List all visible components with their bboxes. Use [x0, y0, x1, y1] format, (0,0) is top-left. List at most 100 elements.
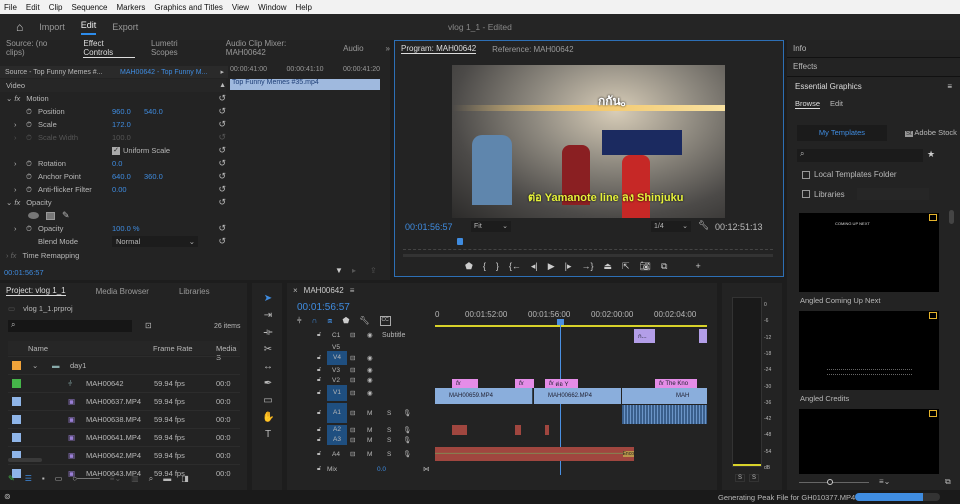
step-forward-icon[interactable]: |▸ [565, 261, 572, 272]
time-remapping-effect[interactable]: Time Remapping [22, 251, 79, 260]
template-card[interactable] [799, 311, 939, 390]
track-c1[interactable]: C1 [332, 332, 340, 339]
position-x[interactable]: 960.0 [112, 107, 131, 116]
microphone-icon[interactable]: 🎙︎ [403, 409, 411, 417]
tab-reference[interactable]: Reference: MAH00642 [492, 45, 573, 54]
video-clip[interactable]: MAH00659.MP4 [435, 388, 533, 404]
tab-lumetri-scopes[interactable]: Lumetri Scopes [151, 39, 206, 57]
scrollbar[interactable] [949, 210, 954, 224]
mute-button[interactable]: M [367, 410, 372, 417]
caption-clip[interactable]: ก... [634, 329, 655, 343]
stopwatch-icon[interactable]: ⏱ [26, 107, 32, 117]
track-area[interactable]: ก... fx fx fx ต่อ Y fx The Kno MAH00659.… [435, 329, 707, 479]
track-v3[interactable]: V3 [332, 367, 340, 374]
menu-view[interactable]: View [232, 3, 249, 12]
column-frame-rate[interactable]: Frame Rate [153, 344, 193, 353]
more-tabs-icon[interactable]: » [386, 44, 390, 53]
tab-audio-clip-mixer[interactable]: Audio Clip Mixer: MAH00642 [226, 39, 327, 57]
stopwatch-icon[interactable]: ⏱ [26, 120, 32, 130]
workspace-edit[interactable]: Edit [80, 20, 97, 35]
opacity-effect[interactable]: Opacity [26, 198, 51, 207]
play-only-audio-icon[interactable]: ▸ [352, 266, 356, 275]
ripple-edit-tool-icon[interactable]: ⟛ [262, 327, 274, 338]
project-item[interactable]: ⫩ MAH00642 59.94 fps 00:0 [8, 374, 240, 392]
stopwatch-icon[interactable]: ⏱ [26, 159, 32, 169]
uniform-scale-checkbox[interactable]: ✓ [112, 146, 120, 155]
track-a2[interactable]: A2 [327, 425, 347, 435]
linked-selection-icon[interactable]: ⧈ [327, 316, 332, 326]
libraries-checkbox[interactable] [802, 190, 810, 198]
zoom-bar[interactable] [403, 254, 773, 257]
mini-timeline-clip[interactable]: Top Funny Memes #35.mp4 [230, 79, 380, 90]
tab-browse[interactable]: Browse [795, 99, 821, 109]
opacity-value[interactable]: 100.0 % [112, 224, 140, 233]
video-clip[interactable]: MAH00662.MP4 [534, 388, 621, 404]
reset-icon[interactable]: ↺ [218, 236, 226, 247]
program-timecode[interactable]: 00:01:56:57 [405, 222, 453, 232]
eye-icon[interactable]: ◉ [367, 376, 373, 384]
solo-left-button[interactable]: S [735, 474, 746, 482]
ellipse-mask-icon[interactable] [28, 212, 39, 219]
tab-audio[interactable]: Audio [343, 44, 363, 53]
graphics-clip[interactable]: fx The Kno [655, 379, 697, 388]
menu-graphics[interactable]: Graphics and Titles [154, 3, 222, 12]
mix-value[interactable]: 0.0 [377, 466, 386, 473]
audio-clip[interactable] [622, 405, 707, 424]
project-item[interactable]: ▣ MAH00638.MP4 59.94 fps 00:0 [8, 410, 240, 428]
mute-button[interactable]: M [367, 437, 372, 444]
menu-clip[interactable]: Clip [49, 3, 63, 12]
menu-help[interactable]: Help [296, 3, 312, 12]
mix-end-icon[interactable]: ⋈ [423, 465, 430, 473]
go-to-out-icon[interactable]: →} [582, 261, 594, 272]
list-view-icon[interactable]: ☰ [25, 474, 32, 484]
comparison-view-icon[interactable]: ⧉ [661, 261, 667, 272]
pen-mask-icon[interactable]: ✎ [62, 210, 70, 221]
add-button-icon[interactable]: + [695, 261, 700, 272]
track-v4[interactable]: V4 [327, 351, 347, 365]
tab-program[interactable]: Program: MAH00642 [401, 44, 477, 54]
tab-edit[interactable]: Edit [830, 99, 843, 109]
find-bin-icon[interactable]: ⊡ [145, 321, 152, 330]
hand-tool-icon[interactable]: ✋ [262, 412, 274, 423]
sort-icons-icon[interactable]: ≡⌄ [110, 474, 121, 484]
adobe-stock-tab[interactable]: St Adobe Stock [905, 125, 960, 141]
export-icon[interactable]: ⇪ [370, 266, 377, 275]
cloud-sync-icon[interactable]: ⊚ [4, 492, 11, 501]
mark-in-icon[interactable]: { [483, 261, 486, 272]
caption-clip[interactable] [699, 329, 707, 343]
track-v1[interactable]: V1 [327, 385, 347, 401]
mute-button[interactable]: M [367, 427, 372, 434]
audio-clip[interactable] [452, 425, 467, 435]
microphone-icon[interactable]: 🎙︎ [403, 436, 411, 444]
wrench-icon[interactable]: 🔧︎ [698, 220, 709, 231]
effect-timecode[interactable]: 00:01:56:57 [4, 268, 44, 277]
new-item-icon[interactable]: ◨ [181, 474, 189, 484]
reset-icon[interactable]: ↺ [218, 119, 226, 130]
project-item[interactable]: ▣ MAH00641.MP4 59.94 fps 00:0 [8, 428, 240, 446]
icon-view-icon[interactable]: ▪ [42, 474, 45, 484]
graphics-clip[interactable]: fx [452, 379, 478, 388]
timeline-timecode[interactable]: 00:01:56:57 [297, 302, 350, 313]
menu-window[interactable]: Window [258, 3, 286, 12]
workspace-import[interactable]: Import [39, 22, 65, 32]
my-templates-tab[interactable]: My Templates [797, 125, 887, 141]
panel-menu-icon[interactable]: ≡ [350, 286, 355, 295]
expand-icon[interactable]: ⌄ [32, 361, 38, 370]
mini-timeline-ruler[interactable]: 00:00:41:00 00:00:41:10 00:00:41:20 [230, 66, 380, 78]
reset-icon[interactable]: ↺ [218, 171, 226, 182]
razor-tool-icon[interactable]: ✂ [262, 344, 274, 355]
thumbnail-size-slider[interactable] [799, 479, 869, 485]
zoom-slider[interactable]: ○──── [72, 474, 100, 484]
stopwatch-icon[interactable]: ⏱ [26, 224, 32, 234]
mute-button[interactable]: M [367, 451, 372, 458]
reset-icon[interactable]: ↺ [218, 223, 226, 234]
lock-icon[interactable]: 🔓︎ [317, 354, 321, 362]
solo-button[interactable]: S [387, 437, 391, 444]
new-item-icon[interactable]: ⧉ [945, 477, 951, 487]
new-bin-icon[interactable]: ▬ [163, 474, 171, 484]
audio-clip[interactable] [515, 425, 521, 435]
nest-icon[interactable]: ⫩ [297, 316, 302, 326]
solo-button[interactable]: S [387, 451, 391, 458]
anchor-y[interactable]: 360.0 [144, 172, 163, 181]
tab-project[interactable]: Project: vlog 1_1 [6, 286, 66, 296]
